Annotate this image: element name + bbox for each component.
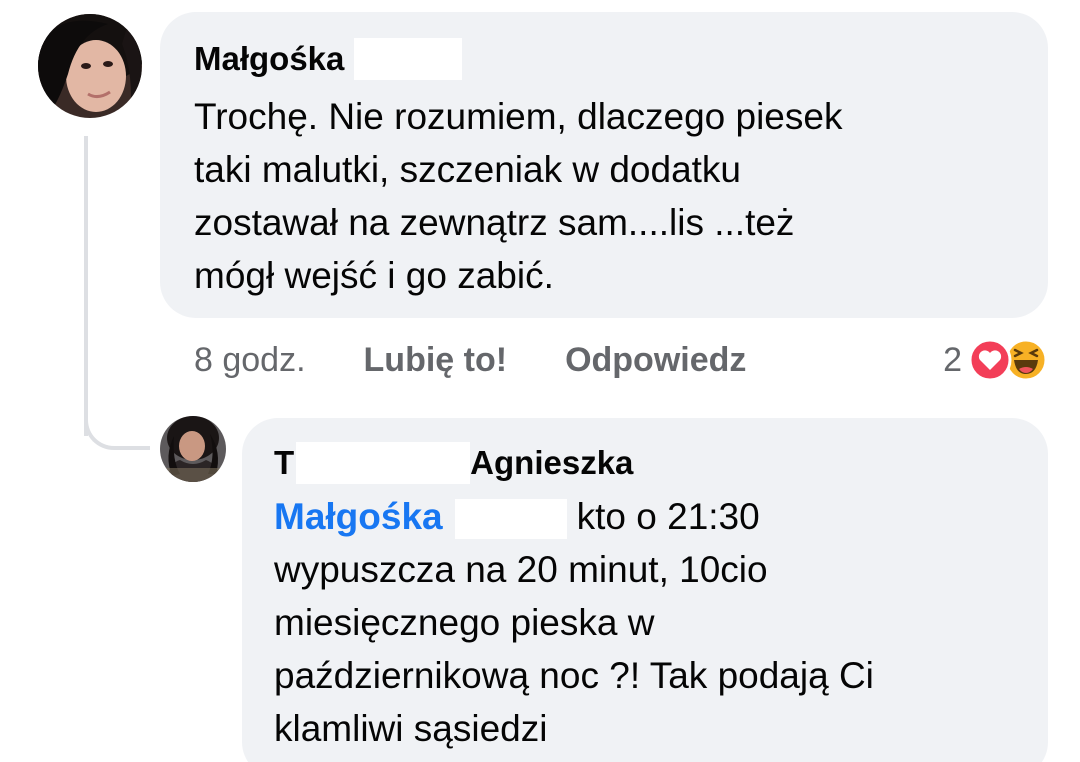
thread-line [84,136,88,436]
heart-icon [968,338,1012,382]
avatar[interactable] [38,14,142,118]
avatar-image [160,416,226,482]
thread-line-branch [84,404,150,450]
reply-author[interactable]: T Agnieszka [274,442,1018,484]
mention-link[interactable]: Małgośka [274,496,443,537]
comment-actions: 8 godz. Lubię to! Odpowiedz 2 [194,336,1048,384]
comment-text: Trochę. Nie rozumiem, dlaczego piesek ta… [194,96,843,296]
comment-bubble: Małgośka Trochę. Nie rozumiem, dlaczego … [160,12,1048,318]
avatar[interactable] [160,416,226,482]
like-button[interactable]: Lubię to! [364,341,508,380]
reply-bubble: T Agnieszka Małgośka kto o 21:30 wypuszcz… [242,418,1048,762]
reply-author-last[interactable]: Agnieszka [470,443,633,483]
reply-button[interactable]: Odpowiedz [565,341,746,380]
comment-thread: Małgośka Trochę. Nie rozumiem, dlaczego … [0,0,1080,762]
reaction-count: 2 [943,340,962,379]
avatar-image [38,14,142,118]
redacted-name [296,442,471,484]
comment-author[interactable]: Małgośka [194,38,1012,80]
redacted-surname [354,38,463,80]
reply-text-block: Małgośka kto o 21:30 wypuszcza na 20 minu… [274,490,1018,755]
reply-author-first[interactable]: T [274,443,294,483]
comment-author-name[interactable]: Małgośka [194,39,344,79]
comment-timestamp[interactable]: 8 godz. [194,341,306,380]
reactions-summary[interactable]: 2 [943,338,1048,382]
redacted-surname [454,499,567,540]
